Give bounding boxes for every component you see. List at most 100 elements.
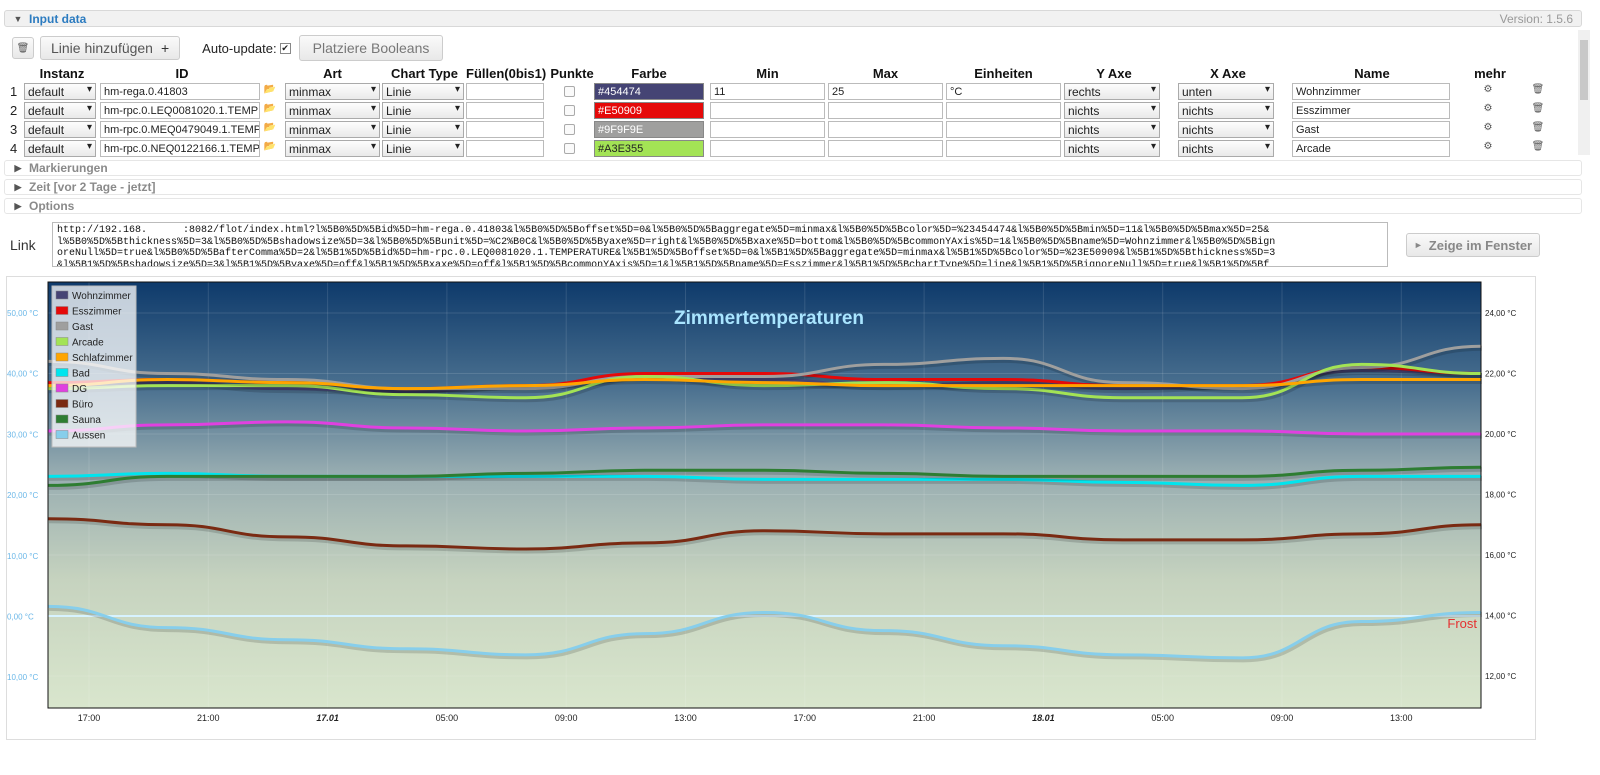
accordion-zeit[interactable]: ▶ Zeit [vor 2 Tage - jetzt] xyxy=(4,179,1582,195)
art-select[interactable]: minmax xyxy=(285,140,380,157)
id-field[interactable]: hm-rpc.0.MEQ0479049.1.TEMPERATURE xyxy=(100,121,260,138)
name-field[interactable]: Gast xyxy=(1292,121,1450,138)
x-tick-label: 09:00 xyxy=(555,713,578,723)
y-axis-select[interactable]: nichts xyxy=(1064,121,1160,138)
accordion-title: Input data xyxy=(29,11,87,26)
frost-annotation: Frost xyxy=(1447,616,1477,631)
fill-field[interactable] xyxy=(466,102,544,119)
color-field[interactable]: #9F9F9E xyxy=(594,121,704,138)
max-field[interactable] xyxy=(828,102,943,119)
legend-swatch xyxy=(55,414,69,424)
name-field[interactable]: Wohnzimmer xyxy=(1292,83,1450,100)
x-tick-label: 05:00 xyxy=(436,713,459,723)
trash-icon[interactable]: 🗑 xyxy=(1531,84,1545,101)
chevron-right-icon: ▶ xyxy=(14,181,22,192)
instanz-select[interactable]: default xyxy=(24,102,96,119)
name-field[interactable]: Esszimmer xyxy=(1292,102,1450,119)
art-select[interactable]: minmax xyxy=(285,121,380,138)
max-field[interactable] xyxy=(828,121,943,138)
col-mehr: mehr xyxy=(1474,66,1506,81)
unit-field[interactable] xyxy=(946,121,1061,138)
points-checkbox[interactable] xyxy=(564,105,575,116)
color-field[interactable]: #E50909 xyxy=(594,102,704,119)
max-field[interactable] xyxy=(828,140,943,157)
instanz-select[interactable]: default xyxy=(24,83,96,100)
accordion-input-data[interactable]: ▼ Input data Version: 1.5.6 xyxy=(4,10,1582,27)
chart-type-select[interactable]: Linie xyxy=(382,140,464,157)
points-checkbox[interactable] xyxy=(564,86,575,97)
min-field[interactable] xyxy=(710,102,825,119)
chart-type-select[interactable]: Linie xyxy=(382,83,464,100)
min-field[interactable] xyxy=(710,140,825,157)
points-checkbox[interactable] xyxy=(564,143,575,154)
name-field[interactable]: Arcade xyxy=(1292,140,1450,157)
right-tick-label: 18,00 °C xyxy=(1485,491,1516,500)
add-line-label: Linie hinzufügen xyxy=(51,40,153,56)
unit-field[interactable]: °C xyxy=(946,83,1061,100)
fill-field[interactable] xyxy=(466,121,544,138)
delete-all-button[interactable]: 🗑 xyxy=(12,37,34,59)
art-select[interactable]: minmax xyxy=(285,83,380,100)
show-in-window-button[interactable]: ► Zeige im Fenster xyxy=(1406,233,1540,257)
version-label: Version: 1.5.6 xyxy=(1499,11,1573,26)
art-select[interactable]: minmax xyxy=(285,102,380,119)
legend-swatch xyxy=(55,399,69,408)
x-tick-label: 09:00 xyxy=(1271,713,1294,723)
x-axis-select[interactable]: nichts xyxy=(1178,140,1274,157)
folder-open-icon[interactable]: 📂 xyxy=(263,141,277,158)
accordion-title: Options xyxy=(29,199,75,213)
y-axis-select[interactable]: nichts xyxy=(1064,140,1160,157)
gear-icon[interactable]: ⚙ xyxy=(1481,122,1495,139)
instanz-select[interactable]: default xyxy=(24,121,96,138)
col-einheiten: Einheiten xyxy=(974,66,1033,81)
folder-open-icon[interactable]: 📂 xyxy=(263,84,277,101)
place-booleans-button[interactable]: Platziere Booleans xyxy=(298,35,444,61)
chart-type-select[interactable]: Linie xyxy=(382,102,464,119)
gear-icon[interactable]: ⚙ xyxy=(1481,141,1495,158)
left-tick-label: 20,00 °C xyxy=(7,491,38,500)
color-field[interactable]: #A3E355 xyxy=(594,140,704,157)
unit-field[interactable] xyxy=(946,140,1061,157)
trash-icon[interactable]: 🗑 xyxy=(1531,122,1545,139)
trash-icon[interactable]: 🗑 xyxy=(1531,141,1545,158)
fill-field[interactable] xyxy=(466,140,544,157)
id-field[interactable]: hm-rpc.0.NEQ0122166.1.TEMPERATURE xyxy=(100,140,260,157)
max-field[interactable]: 25 xyxy=(828,83,943,100)
y-axis-select[interactable]: nichts xyxy=(1064,102,1160,119)
row-number: 2 xyxy=(10,103,18,118)
gear-icon[interactable]: ⚙ xyxy=(1481,103,1495,120)
x-tick-label: 17.01 xyxy=(316,713,339,723)
col-x-axe: X Axe xyxy=(1210,66,1246,81)
add-line-button[interactable]: Linie hinzufügen + xyxy=(40,36,181,60)
col-max: Max xyxy=(872,66,899,81)
gear-icon[interactable]: ⚙ xyxy=(1481,84,1495,101)
legend-label: Gast xyxy=(72,322,93,333)
accordion-options[interactable]: ▶ Options xyxy=(4,198,1582,214)
table-scrollbar[interactable] xyxy=(1578,30,1590,155)
left-tick-label: 30,00 °C xyxy=(7,430,38,439)
color-field[interactable]: #454474 xyxy=(594,83,704,100)
x-axis-select[interactable]: nichts xyxy=(1178,121,1274,138)
points-checkbox[interactable] xyxy=(564,124,575,135)
id-field[interactable]: hm-rpc.0.LEQ0081020.1.TEMPERATURE xyxy=(100,102,260,119)
link-textarea[interactable]: http://192.168. :8082/flot/index.html?l%… xyxy=(52,222,1388,267)
accordion-markierungen[interactable]: ▶ Markierungen xyxy=(4,160,1582,176)
id-field[interactable]: hm-rega.0.41803 xyxy=(100,83,260,100)
fill-field[interactable] xyxy=(466,83,544,100)
y-axis-select[interactable]: rechts xyxy=(1064,83,1160,100)
legend-label: Schlafzimmer xyxy=(72,353,133,364)
folder-open-icon[interactable]: 📂 xyxy=(263,103,277,120)
x-axis-select[interactable]: nichts xyxy=(1178,102,1274,119)
min-field[interactable]: 11 xyxy=(710,83,825,100)
min-field[interactable] xyxy=(710,121,825,138)
row-number: 4 xyxy=(10,141,18,156)
x-axis-select[interactable]: unten xyxy=(1178,83,1274,100)
x-tick-label: 13:00 xyxy=(1390,713,1413,723)
unit-field[interactable] xyxy=(946,102,1061,119)
legend-label: Sauna xyxy=(72,415,101,426)
instanz-select[interactable]: default xyxy=(24,140,96,157)
folder-open-icon[interactable]: 📂 xyxy=(263,122,277,139)
trash-icon[interactable]: 🗑 xyxy=(1531,103,1545,120)
chart-type-select[interactable]: Linie xyxy=(382,121,464,138)
auto-update-checkbox[interactable]: ✔ xyxy=(279,42,291,54)
